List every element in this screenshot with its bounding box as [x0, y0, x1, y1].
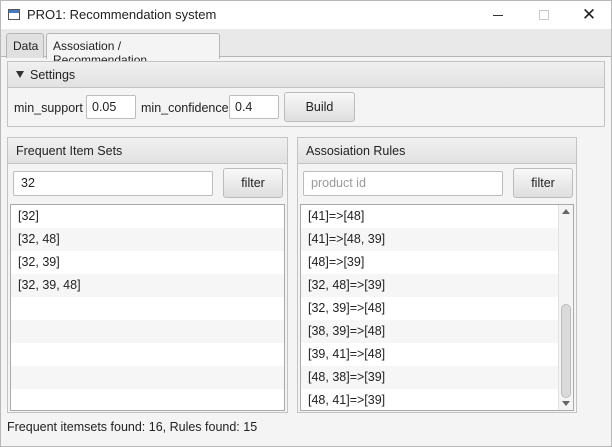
- close-button[interactable]: ✕: [566, 3, 612, 27]
- min-confidence-label: min_confidence: [141, 101, 229, 115]
- empty-list-row: [11, 320, 284, 343]
- frequent-item-sets-list[interactable]: [32] [32, 48] [32, 39] [32, 39, 48]: [10, 204, 285, 411]
- empty-list-row: [11, 297, 284, 320]
- minimize-icon: [493, 14, 503, 16]
- empty-list-row: [11, 389, 284, 410]
- frequent-item-sets-header: Frequent Item Sets: [8, 138, 287, 164]
- product-id-input[interactable]: product id: [303, 171, 503, 196]
- window-title: PRO1: Recommendation system: [27, 7, 217, 22]
- assosiation-rules-list[interactable]: [41]=>[48] [41]=>[48, 39] [48]=>[39] [32…: [300, 204, 574, 411]
- list-item[interactable]: [39, 41]=>[48]: [301, 343, 559, 366]
- list-item[interactable]: [32]: [11, 205, 284, 228]
- list-item[interactable]: [32, 48]=>[39]: [301, 274, 559, 297]
- tab-data[interactable]: Data: [6, 33, 44, 58]
- list-item[interactable]: [38, 39]=>[48]: [301, 320, 559, 343]
- frequent-filter-button[interactable]: filter: [223, 168, 283, 198]
- assosiation-rules-panel: Assosiation Rules product id filter [41]…: [297, 137, 577, 413]
- min-support-label: min_support: [14, 101, 83, 115]
- assosiation-rules-title: Assosiation Rules: [306, 144, 406, 158]
- list-item[interactable]: [32, 39]=>[48]: [301, 297, 559, 320]
- build-button[interactable]: Build: [284, 92, 355, 122]
- empty-list-row: [11, 343, 284, 366]
- min-confidence-field[interactable]: 0.4: [229, 95, 279, 119]
- list-item[interactable]: [41]=>[48]: [301, 205, 559, 228]
- scroll-up-arrow-icon[interactable]: [562, 209, 570, 214]
- assosiation-rules-header: Assosiation Rules: [298, 138, 576, 164]
- maximize-button[interactable]: [521, 3, 567, 27]
- tab-bar: Data Assosiation / Recommendation: [1, 29, 611, 67]
- list-item[interactable]: [48, 38]=>[39]: [301, 366, 559, 389]
- settings-header[interactable]: Settings: [8, 62, 604, 88]
- frequent-search-input[interactable]: 32: [13, 171, 213, 196]
- rules-filter-button[interactable]: filter: [513, 168, 573, 198]
- maximize-icon: [539, 10, 549, 20]
- tab-assosiation-recommendation[interactable]: Assosiation / Recommendation: [46, 33, 220, 67]
- app-window: PRO1: Recommendation system ✕ Data Assos…: [0, 0, 612, 447]
- empty-list-row: [11, 366, 284, 389]
- rules-scrollbar[interactable]: [558, 205, 573, 410]
- settings-pane: Settings min_support 0.05 min_confidence…: [7, 61, 605, 127]
- list-item[interactable]: [48]=>[39]: [301, 251, 559, 274]
- list-item[interactable]: [48, 41]=>[39]: [301, 389, 559, 410]
- list-item[interactable]: [32, 39, 48]: [11, 274, 284, 297]
- frequent-item-sets-panel: Frequent Item Sets 32 filter [32] [32, 4…: [7, 137, 288, 413]
- frequent-item-sets-title: Frequent Item Sets: [16, 144, 123, 158]
- list-item[interactable]: [32, 39]: [11, 251, 284, 274]
- scrollbar-thumb[interactable]: [561, 304, 571, 398]
- collapse-triangle-icon[interactable]: [16, 71, 24, 78]
- list-item[interactable]: [41]=>[48, 39]: [301, 228, 559, 251]
- settings-title: Settings: [30, 68, 76, 82]
- list-item[interactable]: [32, 48]: [11, 228, 284, 251]
- min-support-field[interactable]: 0.05: [86, 95, 136, 119]
- scroll-down-arrow-icon[interactable]: [562, 401, 570, 406]
- status-bar-text: Frequent itemsets found: 16, Rules found…: [7, 420, 258, 434]
- app-window-icon: [8, 9, 20, 20]
- title-bar: PRO1: Recommendation system ✕: [1, 1, 611, 29]
- close-icon: ✕: [581, 4, 597, 25]
- minimize-button[interactable]: [475, 3, 521, 27]
